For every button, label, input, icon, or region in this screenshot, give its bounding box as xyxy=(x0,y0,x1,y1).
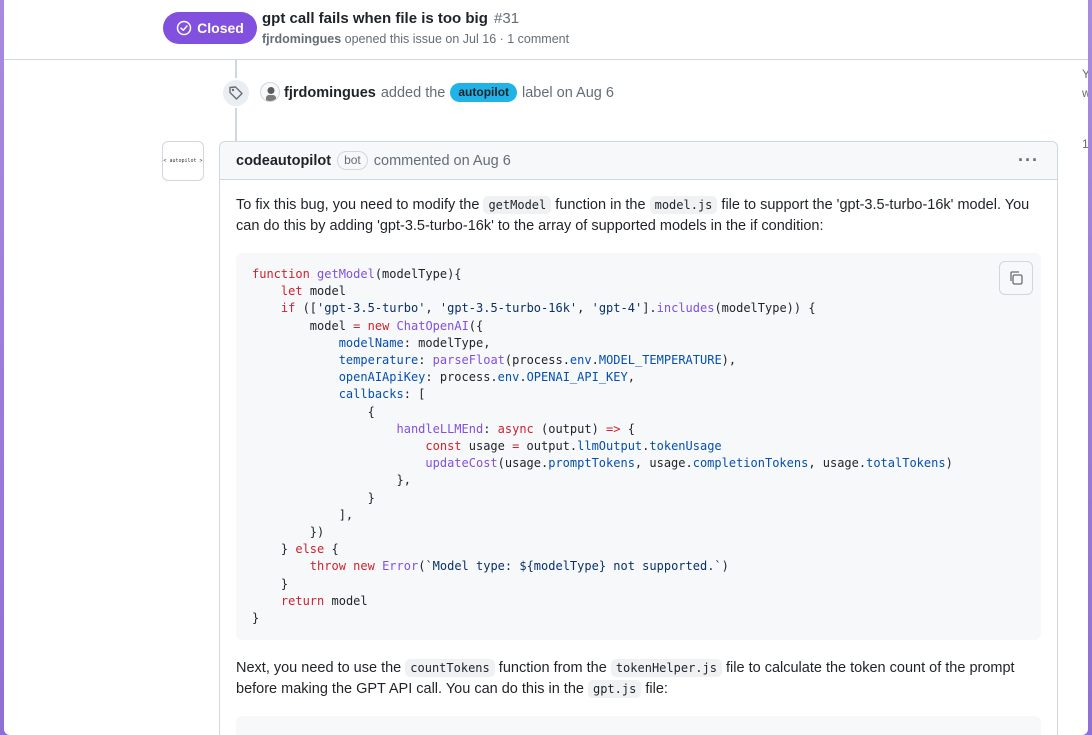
paragraph-1: To fix this bug, you need to modify the … xyxy=(236,196,1030,234)
issue-title: gpt call fails when file is too big #31 xyxy=(262,10,519,27)
inline-code-countTokens: countTokens xyxy=(405,659,495,678)
bot-badge: bot xyxy=(337,151,368,170)
inline-code-getModel: getModel xyxy=(483,196,552,214)
issue-author-link[interactable]: fjrdomingues xyxy=(262,32,341,46)
comment-author[interactable]: codeautopilot xyxy=(236,153,331,169)
event-suffix: label on Aug 6 xyxy=(522,84,614,101)
issue-page: Closed gpt call fails when file is too b… xyxy=(4,0,1088,735)
sidebar-text-fragment: 1 xyxy=(1082,137,1088,151)
right-sidebar-clipped xyxy=(1080,60,1088,735)
event-action: added the xyxy=(380,84,446,101)
comment-author-avatar[interactable]: < autopilot > xyxy=(162,141,204,181)
check-circle-icon xyxy=(176,20,192,36)
kebab-menu-icon[interactable]: ··· xyxy=(1018,150,1039,171)
issue-number: #31 xyxy=(494,10,520,27)
comment: codeautopilot bot commented on Aug 6 ···… xyxy=(219,141,1058,735)
sidebar-text-fragment: w xyxy=(1082,86,1088,100)
code-block-gpt xyxy=(236,716,1041,735)
sidebar-text-fragment: Y xyxy=(1082,67,1088,81)
issue-title-text: gpt call fails when file is too big xyxy=(262,10,488,27)
copy-code-button[interactable] xyxy=(999,261,1033,295)
state-label: Closed xyxy=(197,20,244,36)
avatar-logo-text: < autopilot > xyxy=(163,158,203,164)
issue-meta-text: opened this issue on Jul 16 · 1 comment xyxy=(344,32,570,46)
inline-code-tokenHelper-js: tokenHelper.js xyxy=(610,659,722,678)
comment-timestamp[interactable]: commented on Aug 6 xyxy=(374,153,511,169)
tag-icon xyxy=(221,78,251,108)
comment-body: To fix this bug, you need to modify the … xyxy=(220,180,1057,735)
paragraph-2: Next, you need to use the countTokens fu… xyxy=(236,659,1015,699)
inline-code-gpt-js: gpt.js xyxy=(587,680,642,699)
event-actor-avatar[interactable] xyxy=(260,82,280,102)
event-actor[interactable]: fjrdomingues xyxy=(284,85,376,101)
label-event-text: fjrdomingues added the autopilot label o… xyxy=(284,83,614,102)
closed-state-badge: Closed xyxy=(163,12,257,44)
comment-header: codeautopilot bot commented on Aug 6 ··· xyxy=(220,142,1057,180)
inline-code-model-js: model.js xyxy=(649,196,718,214)
autopilot-label[interactable]: autopilot xyxy=(450,83,518,102)
code-block-getModel: function getModel(modelType){ let model … xyxy=(236,253,1041,641)
issue-meta: fjrdomingues opened this issue on Jul 16… xyxy=(262,32,569,46)
copy-icon xyxy=(1010,271,1023,285)
sticky-issue-header: Closed gpt call fails when file is too b… xyxy=(4,0,1088,60)
